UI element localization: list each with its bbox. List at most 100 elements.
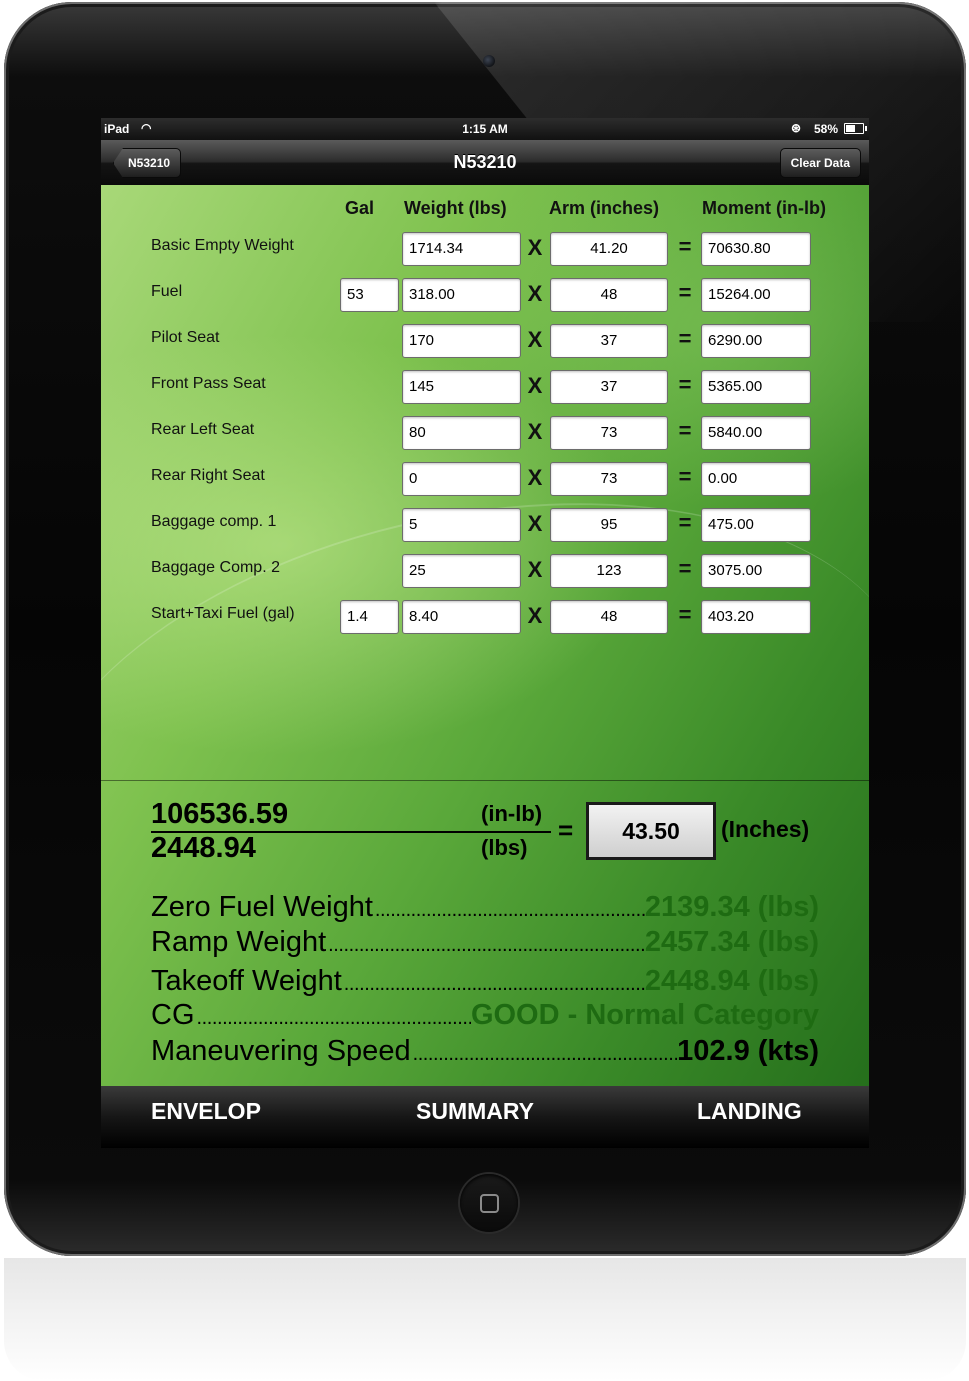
arm-input[interactable]: 73 — [550, 416, 668, 450]
arm-input[interactable]: 41.20 — [550, 232, 668, 266]
column-header-moment: Moment (in-lb) — [702, 198, 826, 218]
row-label: Start+Taxi Fuel (gal) — [151, 605, 295, 622]
summary-label: Maneuvering Speed — [151, 1035, 411, 1067]
moment-output: 403.20 — [701, 600, 811, 634]
weight-input[interactable]: 1714.34 — [402, 232, 521, 266]
times-sign: X — [527, 373, 543, 398]
equals-sign: = — [678, 510, 692, 535]
total-moment: 106536.59 — [151, 798, 289, 830]
times-sign: X — [527, 327, 543, 352]
home-square-icon — [480, 1194, 499, 1213]
cg-result-unit: (Inches) — [721, 816, 810, 842]
status-bar: iPad ◠ 1:15 AM ⊛ 58% — [101, 118, 869, 140]
arm-input[interactable]: 37 — [550, 370, 668, 404]
row-label: Basic Empty Weight — [151, 237, 294, 254]
column-header-arm: Arm (inches) — [549, 198, 660, 218]
times-sign: X — [527, 511, 543, 536]
equals-sign: = — [678, 464, 692, 489]
summary-value: GOOD - Normal Category — [470, 999, 819, 1031]
section-divider — [101, 780, 869, 781]
moment-output: 475.00 — [701, 508, 811, 542]
row-label: Rear Left Seat — [151, 421, 255, 438]
row-label: Front Pass Seat — [151, 375, 266, 392]
times-sign: X — [527, 603, 543, 628]
column-header-gal: Gal — [345, 198, 375, 218]
rotation-lock-icon: ⊛ — [791, 121, 802, 135]
moment-output: 5365.00 — [701, 370, 811, 404]
row-label: Baggage comp. 1 — [151, 513, 277, 530]
equals-sign: = — [678, 326, 692, 351]
moment-output: 3075.00 — [701, 554, 811, 588]
zero-fuel-weight-line: Zero Fuel Weight 2139.34 (lbs) — [151, 891, 819, 927]
summary-label: Zero Fuel Weight — [151, 891, 373, 923]
times-sign: X — [527, 465, 543, 490]
cg-status-line: CG GOOD - Normal Category — [151, 999, 819, 1035]
battery-icon — [844, 123, 867, 134]
maneuvering-speed-line: Maneuvering Speed 102.9 (kts) — [151, 1035, 819, 1071]
weight-input[interactable]: 5 — [402, 508, 521, 542]
camera-icon — [483, 55, 495, 67]
status-time: 1:15 AM — [462, 122, 508, 136]
moment-output: 0.00 — [701, 462, 811, 496]
equals-sign: = — [678, 234, 692, 259]
arm-input[interactable]: 48 — [550, 278, 668, 312]
gal-input[interactable]: 1.4 — [340, 600, 399, 634]
home-button[interactable] — [460, 1174, 518, 1232]
row-label: Fuel — [151, 283, 183, 300]
cg-result-box: 43.50 — [586, 802, 716, 860]
times-sign: X — [527, 419, 543, 444]
summary-value: 2448.94 (lbs) — [644, 965, 819, 997]
arm-input[interactable]: 123 — [550, 554, 668, 588]
page-title: N53210 — [453, 152, 517, 172]
app-screen: iPad ◠ 1:15 AM ⊛ 58% N53210 N53210 Clear… — [101, 118, 869, 1148]
moment-output: 70630.80 — [701, 232, 811, 266]
times-sign: X — [527, 557, 543, 582]
tab-summary[interactable]: SUMMARY — [416, 1098, 534, 1125]
weight-input[interactable]: 25 — [402, 554, 521, 588]
equals-sign: = — [678, 556, 692, 581]
arm-input[interactable]: 48 — [550, 600, 668, 634]
weight-input[interactable]: 80 — [402, 416, 521, 450]
moment-output: 6290.00 — [701, 324, 811, 358]
summary-label: CG — [151, 999, 195, 1031]
times-sign: X — [527, 235, 543, 260]
takeoff-weight-line: Takeoff Weight 2448.94 (lbs) — [151, 965, 819, 1001]
moment-output: 15264.00 — [701, 278, 811, 312]
battery-percent: 58% — [814, 122, 839, 136]
weight-input[interactable]: 145 — [402, 370, 521, 404]
row-label: Baggage Comp. 2 — [151, 559, 280, 576]
summary-value: 2139.34 (lbs) — [644, 891, 819, 923]
ramp-weight-line: Ramp Weight 2457.34 (lbs) — [151, 926, 819, 962]
moment-unit: (in-lb) — [481, 801, 543, 826]
weight-balance-panel: Gal Weight (lbs) Arm (inches) Moment (in… — [101, 185, 869, 1106]
device-reflection — [4, 1258, 966, 1381]
times-sign: X — [527, 281, 543, 306]
bottom-tab-bar: ENVELOP SUMMARY LANDING — [101, 1086, 869, 1148]
equals-sign: = — [678, 602, 692, 627]
equals-sign: = — [678, 372, 692, 397]
arm-input[interactable]: 73 — [550, 462, 668, 496]
summary-label: Ramp Weight — [151, 926, 327, 958]
clear-data-button[interactable]: Clear Data — [779, 148, 861, 178]
cg-equals: = — [558, 815, 574, 845]
row-label: Pilot Seat — [151, 329, 220, 346]
arm-input[interactable]: 37 — [550, 324, 668, 358]
arm-input[interactable]: 95 — [550, 508, 668, 542]
equals-sign: = — [678, 418, 692, 443]
gal-input[interactable]: 53 — [340, 278, 399, 312]
total-weight: 2448.94 — [151, 832, 256, 864]
weight-unit: (lbs) — [481, 835, 528, 860]
tab-envelop[interactable]: ENVELOP — [151, 1098, 261, 1125]
weight-input[interactable]: 318.00 — [402, 278, 521, 312]
weight-input[interactable]: 0 — [402, 462, 521, 496]
navigation-bar: N53210 N53210 Clear Data — [101, 140, 869, 186]
summary-value: 2457.34 (lbs) — [644, 926, 819, 958]
summary-label: Takeoff Weight — [151, 965, 342, 997]
tab-landing[interactable]: LANDING — [697, 1098, 802, 1125]
weight-input[interactable]: 8.40 — [402, 600, 521, 634]
column-header-weight: Weight (lbs) — [404, 198, 507, 218]
weight-input[interactable]: 170 — [402, 324, 521, 358]
summary-value: 102.9 (kts) — [677, 1035, 819, 1067]
moment-output: 5840.00 — [701, 416, 811, 450]
row-label: Rear Right Seat — [151, 467, 265, 484]
